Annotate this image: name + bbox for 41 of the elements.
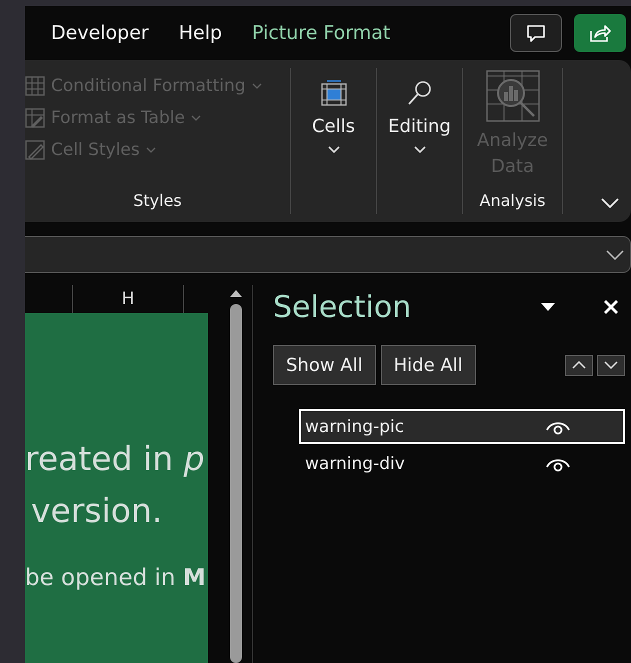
move-down-button[interactable] — [597, 354, 625, 376]
close-icon — [603, 299, 619, 315]
grid-icon — [25, 76, 45, 96]
chevron-down-icon — [414, 146, 426, 153]
collapse-ribbon-button[interactable] — [601, 198, 619, 208]
ribbon-tab[interactable]: Help — [178, 22, 222, 44]
scrollbar-thumb[interactable] — [230, 304, 242, 663]
comment-icon — [526, 24, 546, 42]
search-button[interactable]: Editing — [380, 68, 460, 214]
chevron-up-icon — [572, 361, 586, 369]
chevron-down-icon — [146, 147, 156, 153]
chart-magnifier-icon — [486, 70, 540, 122]
chevron-down-icon — [604, 361, 618, 369]
chevron-down-icon — [190, 115, 201, 121]
share-button[interactable] — [574, 14, 626, 52]
pane-title: Selection — [273, 290, 412, 324]
scroll-up-icon — [229, 289, 243, 298]
brush-icon — [25, 140, 45, 160]
chevron-down-icon — [601, 198, 619, 208]
cells-icon — [318, 78, 348, 108]
chevron-down-icon — [328, 146, 340, 153]
move-up-button[interactable] — [565, 354, 593, 376]
pane-button[interactable]: Show All — [273, 345, 376, 385]
banner-text: version. — [30, 490, 164, 532]
group-label: Analysis — [478, 191, 546, 212]
object-list-item[interactable]: warning-pic — [299, 409, 625, 444]
share-icon — [589, 23, 611, 43]
comments-button[interactable] — [510, 14, 562, 52]
pane-button[interactable]: Hide All — [380, 345, 476, 385]
group-label: Styles — [132, 191, 183, 212]
chevron-down-icon — [606, 250, 624, 260]
ribbon-tab[interactable]: Developer — [51, 22, 149, 44]
banner-text: be opened in M — [25, 565, 207, 591]
dropdown-icon[interactable] — [541, 303, 555, 311]
table-brush-icon — [25, 108, 45, 128]
cells-button[interactable]: Cells — [294, 68, 374, 214]
object-list-item[interactable]: warning-div — [299, 446, 625, 481]
ribbon-tab[interactable]: Picture Format — [252, 22, 390, 44]
chevron-down-icon — [252, 83, 262, 89]
banner-text: reated in p — [25, 438, 206, 480]
close-button[interactable] — [603, 299, 619, 315]
